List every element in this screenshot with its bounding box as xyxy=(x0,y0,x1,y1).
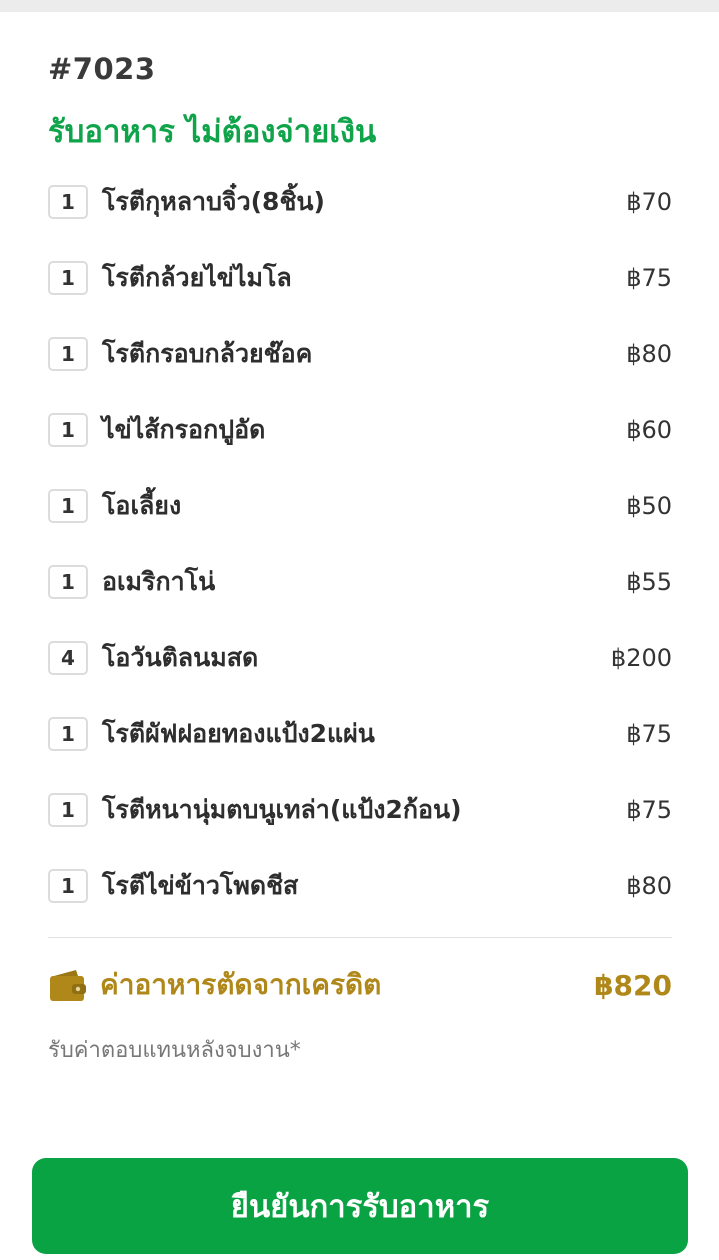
order-item: 4 โอวันติลนมสด ฿200 xyxy=(48,620,672,696)
credit-total-amount: ฿820 xyxy=(594,968,672,1002)
summary-divider xyxy=(48,937,672,938)
order-item: 1 โรตีไข่ข้าวโพดชีส ฿80 xyxy=(48,848,672,924)
item-quantity: 4 xyxy=(48,641,88,675)
order-item: 1 โรตีกล้วยไข่ไมโล ฿75 xyxy=(48,240,672,316)
item-price: ฿60 xyxy=(626,416,672,444)
item-price: ฿50 xyxy=(626,492,672,520)
item-price: ฿70 xyxy=(626,188,672,216)
item-price: ฿80 xyxy=(626,340,672,368)
order-item-list: 1 โรตีกุหลาบจิ๋ว(8ชิ้น) ฿70 1 โรตีกล้วยไ… xyxy=(48,164,672,924)
order-item: 1 อเมริกาโน่ ฿55 xyxy=(48,544,672,620)
order-item: 1 ไข่ไส้กรอกปูอัด ฿60 xyxy=(48,392,672,468)
item-quantity: 1 xyxy=(48,489,88,523)
order-number: #7023 xyxy=(48,52,156,86)
item-price: ฿75 xyxy=(626,264,672,292)
item-quantity: 1 xyxy=(48,717,88,751)
order-item: 1 โรตีกรอบกล้วยช๊อค ฿80 xyxy=(48,316,672,392)
item-price: ฿75 xyxy=(626,796,672,824)
order-item: 1 โรตีกุหลาบจิ๋ว(8ชิ้น) ฿70 xyxy=(48,164,672,240)
item-name: ไข่ไส้กรอกปูอัด xyxy=(102,415,266,444)
wallet-icon xyxy=(50,970,86,1001)
item-quantity: 1 xyxy=(48,869,88,903)
item-price: ฿75 xyxy=(626,720,672,748)
credit-total-label: ค่าอาหารตัดจากเครดิต xyxy=(100,968,382,1001)
item-price: ฿55 xyxy=(626,568,672,596)
order-status: รับอาหาร ไม่ต้องจ่ายเงิน xyxy=(48,114,377,150)
item-quantity: 1 xyxy=(48,565,88,599)
item-quantity: 1 xyxy=(48,261,88,295)
credit-total-row: ค่าอาหารตัดจากเครดิต ฿820 xyxy=(48,960,672,1010)
order-item: 1 โรตีผัฟฝอยทองแป้ง2แผ่น ฿75 xyxy=(48,696,672,772)
item-price: ฿200 xyxy=(610,644,672,672)
compensation-note: รับค่าตอบแทนหลังจบงาน* xyxy=(48,1038,301,1063)
item-name: โอวันติลนมสด xyxy=(102,643,259,672)
order-item: 1 โรตีหนานุ่มตบนูเทล่า(แป้ง2ก้อน) ฿75 xyxy=(48,772,672,848)
item-name: โรตีไข่ข้าวโพดชีส xyxy=(102,871,299,900)
item-price: ฿80 xyxy=(626,872,672,900)
item-name: โรตีกล้วยไข่ไมโล xyxy=(102,263,292,292)
top-strip xyxy=(0,0,719,12)
item-name: อเมริกาโน่ xyxy=(102,567,216,596)
item-quantity: 1 xyxy=(48,793,88,827)
item-quantity: 1 xyxy=(48,337,88,371)
order-item: 1 โอเลี้ยง ฿50 xyxy=(48,468,672,544)
item-name: โรตีกรอบกล้วยช๊อค xyxy=(102,339,313,368)
item-name: โรตีหนานุ่มตบนูเทล่า(แป้ง2ก้อน) xyxy=(102,795,462,824)
item-name: โรตีผัฟฝอยทองแป้ง2แผ่น xyxy=(102,719,375,748)
item-name: โอเลี้ยง xyxy=(102,491,182,520)
item-name: โรตีกุหลาบจิ๋ว(8ชิ้น) xyxy=(102,187,325,216)
item-quantity: 1 xyxy=(48,185,88,219)
confirm-pickup-button[interactable]: ยืนยันการรับอาหาร xyxy=(32,1158,688,1254)
item-quantity: 1 xyxy=(48,413,88,447)
